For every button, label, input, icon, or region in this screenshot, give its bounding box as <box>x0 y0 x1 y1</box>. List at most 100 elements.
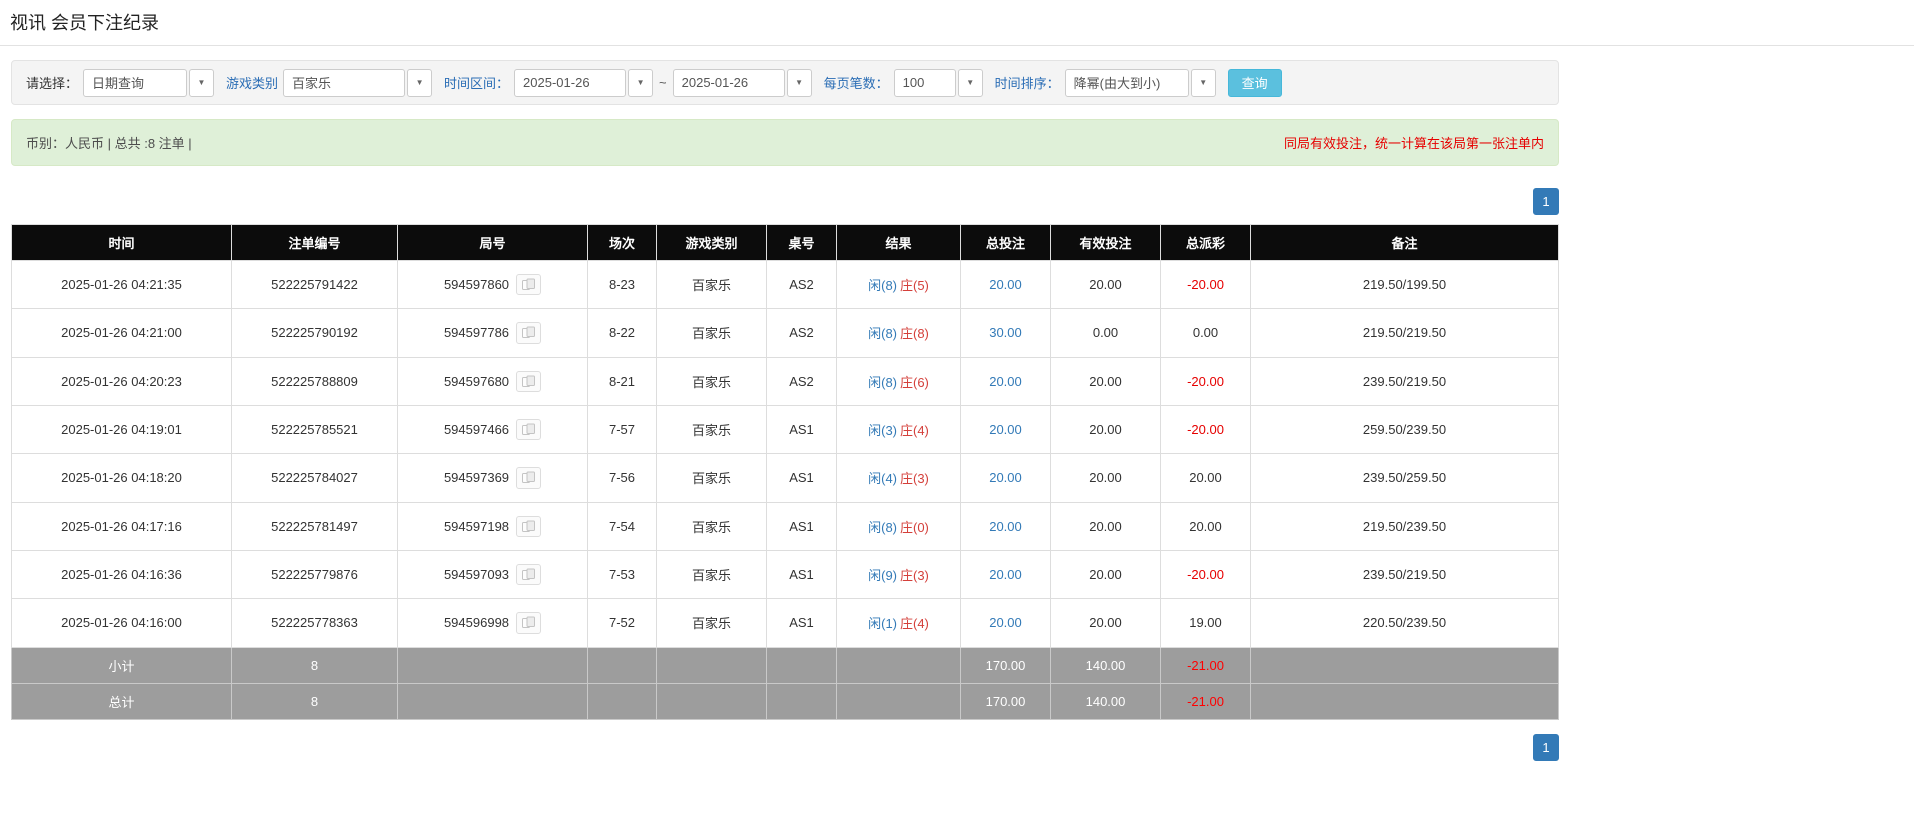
view-cards-icon[interactable] <box>516 274 541 295</box>
valid-bet-cell: 20.00 <box>1051 599 1161 647</box>
page-number-button[interactable]: 1 <box>1533 188 1559 215</box>
query-type-input[interactable] <box>83 69 187 97</box>
cards-glyph <box>521 471 536 484</box>
remark-cell: 220.50/239.50 <box>1251 599 1559 647</box>
bet-record-row: 2025-01-26 04:20:23522225788809594597680… <box>12 357 1559 405</box>
bet-id-cell: 522225778363 <box>232 599 398 647</box>
page-title: 视讯 会员下注纪录 <box>10 13 159 33</box>
search-button[interactable]: 查询 <box>1228 69 1282 97</box>
remark-cell: 239.50/219.50 <box>1251 357 1559 405</box>
result-cell: 闲(1)庄(4) <box>837 599 961 647</box>
column-header: 场次 <box>588 225 657 261</box>
bet-record-row: 2025-01-26 04:16:00522225778363594596998… <box>12 599 1559 647</box>
cards-glyph <box>521 278 536 291</box>
game-type-cell: 百家乐 <box>657 502 767 550</box>
payout-cell: -20.00 <box>1161 405 1251 453</box>
view-cards-icon[interactable] <box>516 467 541 488</box>
page-size-combo: ▼ <box>894 69 983 97</box>
total-bet-cell[interactable]: 20.00 <box>961 550 1051 598</box>
pagination-top: 1 <box>11 188 1559 215</box>
valid-bet-cell: 20.00 <box>1051 405 1161 453</box>
cards-glyph <box>521 326 536 339</box>
result-cell: 闲(8)庄(5) <box>837 261 961 309</box>
date-range-separator: ~ <box>659 75 667 90</box>
date-to-dropdown-button[interactable]: ▼ <box>787 69 812 97</box>
bet-id-cell: 522225785521 <box>232 405 398 453</box>
view-cards-icon[interactable] <box>516 322 541 343</box>
player-result: 闲(8) <box>868 278 897 293</box>
cards-glyph <box>521 568 536 581</box>
player-result: 闲(8) <box>868 375 897 390</box>
table-number-cell: AS1 <box>767 405 837 453</box>
total-bet-cell[interactable]: 20.00 <box>961 454 1051 502</box>
date-from-dropdown-button[interactable]: ▼ <box>628 69 653 97</box>
round-cell: 594597466 <box>398 405 588 453</box>
game-type-cell: 百家乐 <box>657 405 767 453</box>
player-result: 闲(3) <box>868 423 897 438</box>
column-header: 时间 <box>12 225 232 261</box>
cards-glyph <box>521 375 536 388</box>
page-number-button[interactable]: 1 <box>1533 734 1559 761</box>
game-type-dropdown-button[interactable]: ▼ <box>407 69 432 97</box>
table-header-row: 时间注单编号局号场次游戏类别桌号结果总投注有效投注总派彩备注 <box>12 225 1559 261</box>
caret-down-icon: ▼ <box>637 79 645 87</box>
banker-result: 庄(4) <box>900 423 929 438</box>
remark-cell: 239.50/259.50 <box>1251 454 1559 502</box>
query-type-dropdown-button[interactable]: ▼ <box>189 69 214 97</box>
round-number: 594597369 <box>444 470 509 485</box>
total-bet-cell[interactable]: 20.00 <box>961 261 1051 309</box>
bet-id-cell: 522225788809 <box>232 357 398 405</box>
time-sort-dropdown-button[interactable]: ▼ <box>1191 69 1216 97</box>
game-type-cell: 百家乐 <box>657 550 767 598</box>
summary-empty-session <box>588 683 657 719</box>
total-bet-cell[interactable]: 20.00 <box>961 357 1051 405</box>
result-cell: 闲(3)庄(4) <box>837 405 961 453</box>
player-result: 闲(4) <box>868 471 897 486</box>
round-cell: 594597860 <box>398 261 588 309</box>
valid-bet-cell: 20.00 <box>1051 261 1161 309</box>
page-size-input[interactable] <box>894 69 956 97</box>
table-number-cell: AS1 <box>767 454 837 502</box>
view-cards-icon[interactable] <box>516 516 541 537</box>
date-from-input[interactable] <box>514 69 626 97</box>
payout-cell: 19.00 <box>1161 599 1251 647</box>
total-bet-cell[interactable]: 20.00 <box>961 599 1051 647</box>
view-cards-icon[interactable] <box>516 419 541 440</box>
total-bet-cell[interactable]: 20.00 <box>961 502 1051 550</box>
payout-cell: 20.00 <box>1161 454 1251 502</box>
session-cell: 7-54 <box>588 502 657 550</box>
round-cell: 594597786 <box>398 309 588 357</box>
view-cards-icon[interactable] <box>516 612 541 633</box>
date-to-input[interactable] <box>673 69 785 97</box>
total-bet-cell[interactable]: 20.00 <box>961 405 1051 453</box>
game-type-input[interactable] <box>283 69 405 97</box>
column-header: 局号 <box>398 225 588 261</box>
payout-cell: -20.00 <box>1161 550 1251 598</box>
column-header: 总派彩 <box>1161 225 1251 261</box>
payout-cell: 0.00 <box>1161 309 1251 357</box>
session-cell: 7-53 <box>588 550 657 598</box>
banker-result: 庄(6) <box>900 375 929 390</box>
valid-bet-note: 同局有效投注，统一计算在该局第一张注单内 <box>1284 133 1544 152</box>
remark-cell: 219.50/219.50 <box>1251 309 1559 357</box>
game-type-cell: 百家乐 <box>657 454 767 502</box>
time-sort-input[interactable] <box>1065 69 1189 97</box>
caret-down-icon: ▼ <box>966 79 974 87</box>
total-bet-cell[interactable]: 30.00 <box>961 309 1051 357</box>
summary-count: 8 <box>232 647 398 683</box>
payout-cell: 20.00 <box>1161 502 1251 550</box>
page-size-dropdown-button[interactable]: ▼ <box>958 69 983 97</box>
summary-label: 小计 <box>12 647 232 683</box>
payout-cell: -20.00 <box>1161 261 1251 309</box>
column-header: 游戏类别 <box>657 225 767 261</box>
result-cell: 闲(4)庄(3) <box>837 454 961 502</box>
view-cards-icon[interactable] <box>516 371 541 392</box>
time-cell: 2025-01-26 04:20:23 <box>12 357 232 405</box>
view-cards-icon[interactable] <box>516 564 541 585</box>
caret-down-icon: ▼ <box>198 79 206 87</box>
time-cell: 2025-01-26 04:18:20 <box>12 454 232 502</box>
player-result: 闲(8) <box>868 326 897 341</box>
column-header: 桌号 <box>767 225 837 261</box>
summary-count: 8 <box>232 683 398 719</box>
bet-records-table: 时间注单编号局号场次游戏类别桌号结果总投注有效投注总派彩备注 2025-01-2… <box>11 224 1559 720</box>
